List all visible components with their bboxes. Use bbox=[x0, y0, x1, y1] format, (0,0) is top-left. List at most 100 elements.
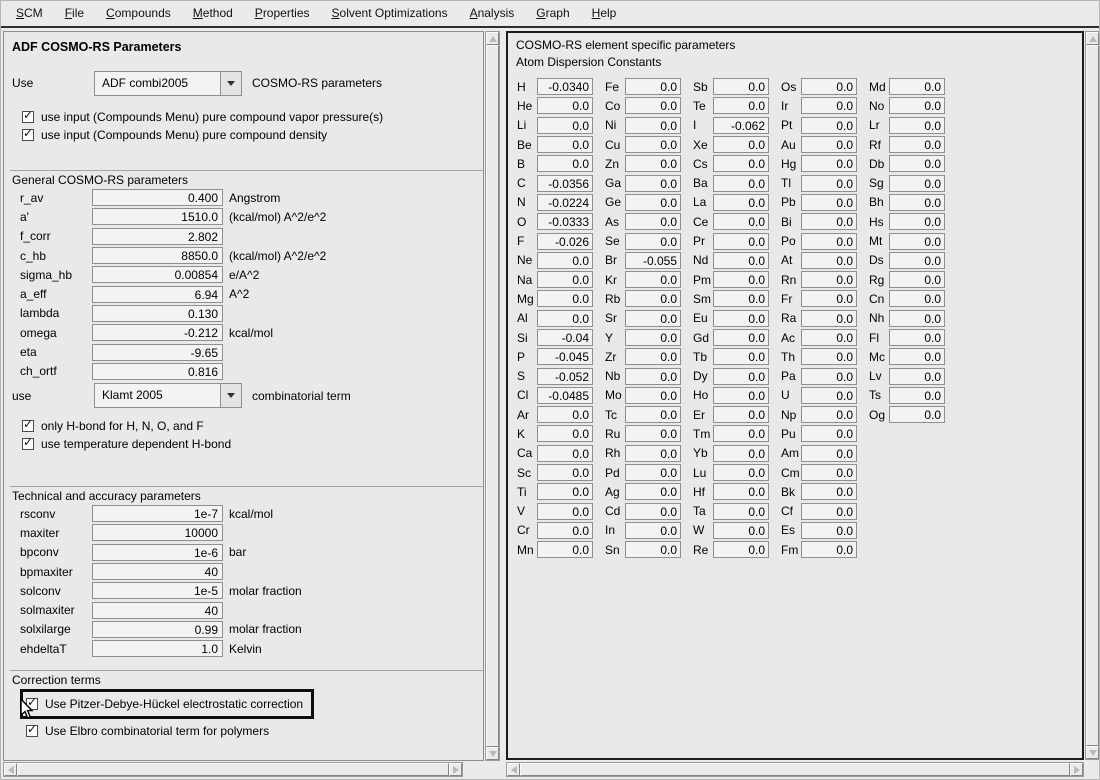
r_av-input[interactable]: 0.400 bbox=[92, 189, 223, 206]
element-Nh-input[interactable]: 0.0 bbox=[889, 310, 945, 327]
element-Mo-input[interactable]: 0.0 bbox=[625, 387, 681, 404]
scroll-left-button[interactable] bbox=[4, 763, 17, 776]
element-Hg-input[interactable]: 0.0 bbox=[801, 155, 857, 172]
element-Gd-input[interactable]: 0.0 bbox=[713, 329, 769, 346]
checkbox-box[interactable]: ✓ bbox=[26, 725, 38, 737]
element-Sg-input[interactable]: 0.0 bbox=[889, 175, 945, 192]
element-Rf-input[interactable]: 0.0 bbox=[889, 136, 945, 153]
element-Nd-input[interactable]: 0.0 bbox=[713, 252, 769, 269]
element-Cn-input[interactable]: 0.0 bbox=[889, 290, 945, 307]
element-Pt-input[interactable]: 0.0 bbox=[801, 117, 857, 134]
maxiter-input[interactable]: 10000 bbox=[92, 524, 223, 541]
element-Y-input[interactable]: 0.0 bbox=[625, 329, 681, 346]
element-Eu-input[interactable]: 0.0 bbox=[713, 310, 769, 327]
element-Tb-input[interactable]: 0.0 bbox=[713, 348, 769, 365]
element-Ru-input[interactable]: 0.0 bbox=[625, 425, 681, 442]
right-vertical-scrollbar[interactable] bbox=[1085, 31, 1100, 760]
checkbox-box[interactable]: ✓ bbox=[22, 420, 34, 432]
element-Sr-input[interactable]: 0.0 bbox=[625, 310, 681, 327]
menu-compounds[interactable]: Compounds bbox=[95, 1, 182, 26]
left-vertical-scrollbar[interactable] bbox=[485, 31, 500, 761]
element-Bk-input[interactable]: 0.0 bbox=[801, 483, 857, 500]
ehdeltaT-input[interactable]: 1.0 bbox=[92, 640, 223, 657]
element-As-input[interactable]: 0.0 bbox=[625, 213, 681, 230]
element-Ag-input[interactable]: 0.0 bbox=[625, 483, 681, 500]
element-Hf-input[interactable]: 0.0 bbox=[713, 483, 769, 500]
element-Cf-input[interactable]: 0.0 bbox=[801, 503, 857, 520]
right-horizontal-scrollbar[interactable] bbox=[506, 762, 1084, 777]
element-Cu-input[interactable]: 0.0 bbox=[625, 136, 681, 153]
element-Be-input[interactable]: 0.0 bbox=[537, 136, 593, 153]
element-Mg-input[interactable]: 0.0 bbox=[537, 290, 593, 307]
element-Cd-input[interactable]: 0.0 bbox=[625, 503, 681, 520]
element-Te-input[interactable]: 0.0 bbox=[713, 97, 769, 114]
element-Br-input[interactable]: -0.055 bbox=[625, 252, 681, 269]
checkbox-density[interactable]: ✓ use input (Compounds Menu) pure compou… bbox=[22, 126, 483, 144]
element-Lv-input[interactable]: 0.0 bbox=[889, 368, 945, 385]
element-I-input[interactable]: -0.062 bbox=[713, 117, 769, 134]
element-Fl-input[interactable]: 0.0 bbox=[889, 329, 945, 346]
omega-input[interactable]: -0.212 bbox=[92, 324, 223, 341]
element-Tl-input[interactable]: 0.0 bbox=[801, 175, 857, 192]
element-Zr-input[interactable]: 0.0 bbox=[625, 348, 681, 365]
scrollbar-thumb[interactable] bbox=[486, 45, 499, 747]
scroll-up-button[interactable] bbox=[1086, 32, 1099, 45]
element-Pm-input[interactable]: 0.0 bbox=[713, 271, 769, 288]
element-Ga-input[interactable]: 0.0 bbox=[625, 175, 681, 192]
element-Pu-input[interactable]: 0.0 bbox=[801, 425, 857, 442]
element-Al-input[interactable]: 0.0 bbox=[537, 310, 593, 327]
element-Zn-input[interactable]: 0.0 bbox=[625, 155, 681, 172]
element-Sb-input[interactable]: 0.0 bbox=[713, 78, 769, 95]
sigma_hb-input[interactable]: 0.00854 bbox=[92, 266, 223, 283]
element-P-input[interactable]: -0.045 bbox=[537, 348, 593, 365]
element-H-input[interactable]: -0.0340 bbox=[537, 78, 593, 95]
element-Cm-input[interactable]: 0.0 bbox=[801, 464, 857, 481]
scrollbar-thumb[interactable] bbox=[17, 763, 449, 776]
combinatorial-term-dropdown[interactable]: Klamt 2005 bbox=[94, 383, 242, 408]
element-Bi-input[interactable]: 0.0 bbox=[801, 213, 857, 230]
element-Ba-input[interactable]: 0.0 bbox=[713, 175, 769, 192]
element-Lr-input[interactable]: 0.0 bbox=[889, 117, 945, 134]
ch_ortf-input[interactable]: 0.816 bbox=[92, 363, 223, 380]
element-Ni-input[interactable]: 0.0 bbox=[625, 117, 681, 134]
element-Si-input[interactable]: -0.04 bbox=[537, 329, 593, 346]
scroll-left-button[interactable] bbox=[507, 763, 520, 776]
a'-input[interactable]: 1510.0 bbox=[92, 208, 223, 225]
element-O-input[interactable]: -0.0333 bbox=[537, 213, 593, 230]
element-Co-input[interactable]: 0.0 bbox=[625, 97, 681, 114]
element-Cr-input[interactable]: 0.0 bbox=[537, 522, 593, 539]
element-Cs-input[interactable]: 0.0 bbox=[713, 155, 769, 172]
left-horizontal-scrollbar[interactable] bbox=[3, 762, 463, 777]
element-Ds-input[interactable]: 0.0 bbox=[889, 252, 945, 269]
element-Bh-input[interactable]: 0.0 bbox=[889, 194, 945, 211]
element-Ge-input[interactable]: 0.0 bbox=[625, 194, 681, 211]
bpmaxiter-input[interactable]: 40 bbox=[92, 563, 223, 580]
menu-scm[interactable]: SCM bbox=[5, 1, 54, 26]
menu-solvent-optimizations[interactable]: Solvent Optimizations bbox=[321, 1, 459, 26]
element-Pr-input[interactable]: 0.0 bbox=[713, 233, 769, 250]
a_eff-input[interactable]: 6.94 bbox=[92, 286, 223, 303]
element-Hs-input[interactable]: 0.0 bbox=[889, 213, 945, 230]
element-Tc-input[interactable]: 0.0 bbox=[625, 406, 681, 423]
element-N-input[interactable]: -0.0224 bbox=[537, 194, 593, 211]
solmaxiter-input[interactable]: 40 bbox=[92, 602, 223, 619]
element-Ta-input[interactable]: 0.0 bbox=[713, 503, 769, 520]
scroll-up-button[interactable] bbox=[486, 32, 499, 45]
element-Lu-input[interactable]: 0.0 bbox=[713, 464, 769, 481]
element-Np-input[interactable]: 0.0 bbox=[801, 406, 857, 423]
element-Th-input[interactable]: 0.0 bbox=[801, 348, 857, 365]
dropdown-arrow-button[interactable] bbox=[220, 384, 241, 407]
checkbox-box[interactable]: ✓ bbox=[22, 438, 34, 450]
element-Nb-input[interactable]: 0.0 bbox=[625, 368, 681, 385]
c_hb-input[interactable]: 8850.0 bbox=[92, 247, 223, 264]
element-Ti-input[interactable]: 0.0 bbox=[537, 483, 593, 500]
element-Fm-input[interactable]: 0.0 bbox=[801, 541, 857, 558]
element-Rh-input[interactable]: 0.0 bbox=[625, 445, 681, 462]
cosmors-parameters-dropdown[interactable]: ADF combi2005 bbox=[94, 71, 242, 96]
element-Mn-input[interactable]: 0.0 bbox=[537, 541, 593, 558]
menu-analysis[interactable]: Analysis bbox=[459, 1, 526, 26]
element-Au-input[interactable]: 0.0 bbox=[801, 136, 857, 153]
checkbox-temperature-hbond[interactable]: ✓ use temperature dependent H-bond bbox=[22, 435, 483, 453]
menu-properties[interactable]: Properties bbox=[244, 1, 321, 26]
menu-method[interactable]: Method bbox=[182, 1, 244, 26]
